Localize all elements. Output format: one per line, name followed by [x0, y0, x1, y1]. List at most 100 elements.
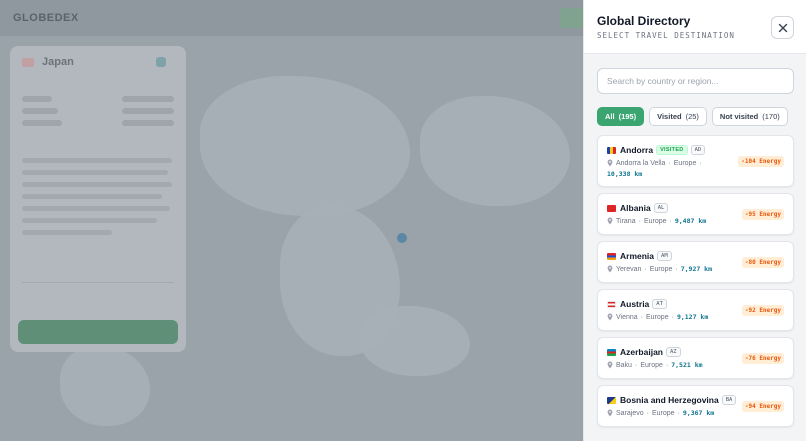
travel-button [18, 320, 178, 344]
country-name: Andorra [620, 145, 654, 155]
country-meta: Sarajevo · Europe · 9,367 km [607, 409, 714, 417]
flag-icon [607, 252, 616, 260]
country-code-badge: AZ [666, 347, 681, 357]
distance-value: 9,487 km [674, 217, 707, 225]
distance-value: 10,338 km [607, 170, 643, 178]
drawer-subtitle: SELECT TRAVEL DESTINATION [597, 31, 735, 40]
energy-cost-badge: -95 Energy [741, 209, 784, 220]
map-landmass [360, 306, 470, 376]
search-input[interactable] [597, 68, 794, 94]
distance-value: 7,521 km [671, 361, 703, 369]
separator-dot: · [644, 265, 647, 273]
close-icon [778, 23, 787, 32]
region-name: Europe [649, 265, 673, 273]
separator-dot: · [634, 361, 638, 369]
capital-name: Andorra la Vella [616, 159, 666, 167]
country-meta: Andorra la Vella · Europe · [607, 159, 702, 167]
country-detail-panel: Japan [10, 46, 186, 352]
country-code-badge: AT [652, 299, 667, 309]
filter-label: All [605, 112, 615, 121]
capital-name: Vienna [616, 313, 638, 321]
country-meta: Baku · Europe · 7,521 km [607, 361, 703, 369]
energy-cost-badge: -94 Energy [741, 401, 784, 412]
stat-label [22, 120, 62, 126]
stat-value [122, 96, 174, 102]
country-name: Austria [620, 299, 650, 309]
capital-name: Baku [616, 361, 632, 369]
country-code-badge: AD [690, 145, 706, 155]
region-name: Europe [646, 313, 669, 321]
divider [22, 282, 174, 283]
location-pin-icon [607, 217, 613, 225]
region-name: Europe [640, 361, 663, 369]
map-landmass [200, 76, 410, 216]
country-meta: Vienna · Europe · 9,127 km [607, 313, 708, 321]
stat-label [22, 108, 58, 114]
flag-icon [22, 58, 34, 67]
separator-dot: · [671, 313, 674, 321]
distance-value: 9,367 km [682, 409, 715, 417]
filter-count: (25) [685, 112, 699, 121]
location-pin-icon [607, 159, 613, 167]
country-code-badge: AM [657, 251, 672, 261]
location-pin-icon [607, 265, 613, 273]
country-code-badge: AL [653, 203, 669, 213]
filter-count: (195) [618, 112, 637, 121]
stat-value [122, 108, 174, 114]
capital-name: Yerevan [616, 265, 642, 273]
country-card-armenia[interactable]: Armenia AM Yerevan · Europe · 7,927 km -… [597, 241, 794, 283]
filter-not-visited[interactable]: Not visited (170) [711, 107, 788, 126]
map-landmass [420, 96, 570, 206]
capital-name: Sarajevo [616, 409, 644, 417]
country-card-austria[interactable]: Austria AT Vienna · Europe · 9,127 km -9… [597, 289, 794, 331]
filter-tabs: All (195) Visited (25) Not visited (170) [597, 107, 788, 126]
country-card-azerbaijan[interactable]: Azerbaijan AZ Baku · Europe · 7,521 km -… [597, 337, 794, 379]
country-list: Andorra VISITED AD Andorra la Vella · Eu… [597, 135, 794, 433]
country-name: Azerbaijan [620, 347, 663, 357]
separator-dot: · [668, 159, 671, 167]
description-text [22, 158, 174, 268]
panel-title: Japan [42, 56, 74, 68]
separator-dot: · [675, 265, 678, 273]
visited-badge: VISITED [656, 145, 688, 155]
country-meta: Yerevan · Europe · 7,927 km [607, 265, 712, 273]
energy-cost-badge: -104 Energy [738, 156, 784, 167]
region-name: Europe [673, 159, 697, 167]
map-landmass [60, 346, 150, 426]
app-logo: GLOBEDEX [13, 12, 79, 24]
region-name: Europe [643, 217, 667, 225]
country-meta: Tirana · Europe · 9,487 km [607, 217, 706, 225]
flag-icon [607, 300, 616, 308]
country-name: Bosnia and Herzegovina [620, 395, 719, 405]
filter-all[interactable]: All (195) [597, 107, 645, 126]
drawer-title: Global Directory [597, 14, 691, 28]
location-pin-icon [607, 409, 613, 417]
country-card-andorra[interactable]: Andorra VISITED AD Andorra la Vella · Eu… [597, 135, 794, 187]
flag-icon [607, 204, 616, 212]
separator-dot: · [665, 361, 669, 369]
filter-count: (170) [762, 112, 780, 121]
country-card-bosnia-and-herzegovina[interactable]: Bosnia and Herzegovina BA Sarajevo · Eur… [597, 385, 794, 427]
separator-dot: · [699, 159, 702, 167]
capital-name: Tirana [616, 217, 636, 225]
energy-cost-badge: -76 Energy [741, 353, 784, 364]
separator-dot: · [646, 409, 649, 417]
country-code-badge: BA [721, 395, 737, 405]
flag-icon [607, 396, 616, 404]
filter-label: Not visited [719, 112, 759, 121]
separator-dot: · [669, 217, 672, 225]
close-button[interactable] [771, 16, 794, 39]
energy-cost-badge: -80 Energy [741, 257, 784, 268]
distance-value: 7,927 km [680, 265, 713, 273]
map-marker [397, 233, 407, 243]
flag-icon [607, 348, 616, 356]
location-pin-icon [607, 313, 613, 321]
separator-dot: · [640, 313, 644, 321]
location-pin-icon [607, 361, 613, 369]
panel-toggle-icon [156, 57, 166, 67]
global-directory-drawer: Global Directory SELECT TRAVEL DESTINATI… [583, 0, 806, 441]
country-card-albania[interactable]: Albania AL Tirana · Europe · 9,487 km -9… [597, 193, 794, 235]
distance-value: 9,127 km [676, 313, 709, 321]
country-name: Albania [620, 203, 651, 213]
filter-visited[interactable]: Visited (25) [649, 107, 707, 126]
